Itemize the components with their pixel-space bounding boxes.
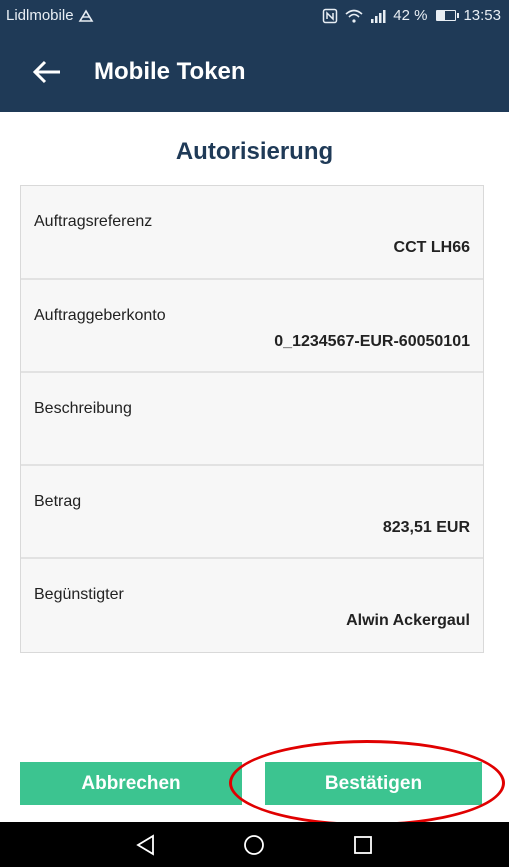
carrier-name: Lidlmobile: [6, 7, 74, 24]
detail-row-beneficiary: Begünstigter Alwin Ackergaul: [21, 559, 483, 652]
nfc-icon: [323, 8, 338, 23]
detail-value: CCT LH66: [393, 239, 470, 256]
detail-row-description: Beschreibung: [21, 373, 483, 466]
detail-label: Auftragsreferenz: [34, 213, 153, 230]
detail-value: 0_1234567-EUR-60050101: [274, 333, 470, 350]
battery-icon: [436, 10, 460, 21]
detail-row-account: Auftraggeberkonto 0_1234567-EUR-60050101: [21, 280, 483, 373]
status-bar: Lidlmobile 42 % 13:53: [0, 0, 509, 32]
app-title: Mobile Token: [94, 58, 246, 85]
detail-row-amount: Betrag 823,51 EUR: [21, 466, 483, 559]
home-nav-icon[interactable]: [242, 833, 266, 857]
battery-percent: 42 %: [393, 7, 428, 24]
detail-label: Begünstigter: [34, 586, 124, 603]
recents-nav-icon[interactable]: [351, 833, 375, 857]
wifi-icon: [345, 9, 363, 23]
back-nav-icon[interactable]: [134, 833, 158, 857]
clock: 13:53: [463, 7, 501, 24]
status-icons: 42 % 13:53: [322, 7, 501, 24]
cancel-button[interactable]: Abbrechen: [20, 762, 242, 805]
notification-icon: [78, 8, 93, 22]
detail-row-reference: Auftragsreferenz CCT LH66: [21, 186, 483, 280]
detail-value: 823,51 EUR: [382, 519, 470, 536]
signal-icon: [371, 9, 386, 23]
app-bar: Mobile Token: [0, 32, 509, 112]
detail-value: Alwin Ackergaul: [346, 612, 470, 629]
detail-label: Auftraggeberkonto: [34, 307, 166, 324]
confirm-button[interactable]: Bestätigen: [265, 762, 482, 805]
detail-label: Betrag: [34, 493, 82, 510]
battery-fill: [437, 11, 445, 20]
authorization-details: Auftragsreferenz CCT LH66 Auftraggeberko…: [20, 185, 484, 653]
back-arrow-icon[interactable]: [30, 54, 66, 90]
navigation-bar: [0, 822, 509, 867]
carrier: Lidlmobile: [6, 7, 94, 24]
page-title: Autorisierung: [175, 138, 334, 165]
detail-label: Beschreibung: [34, 400, 132, 417]
